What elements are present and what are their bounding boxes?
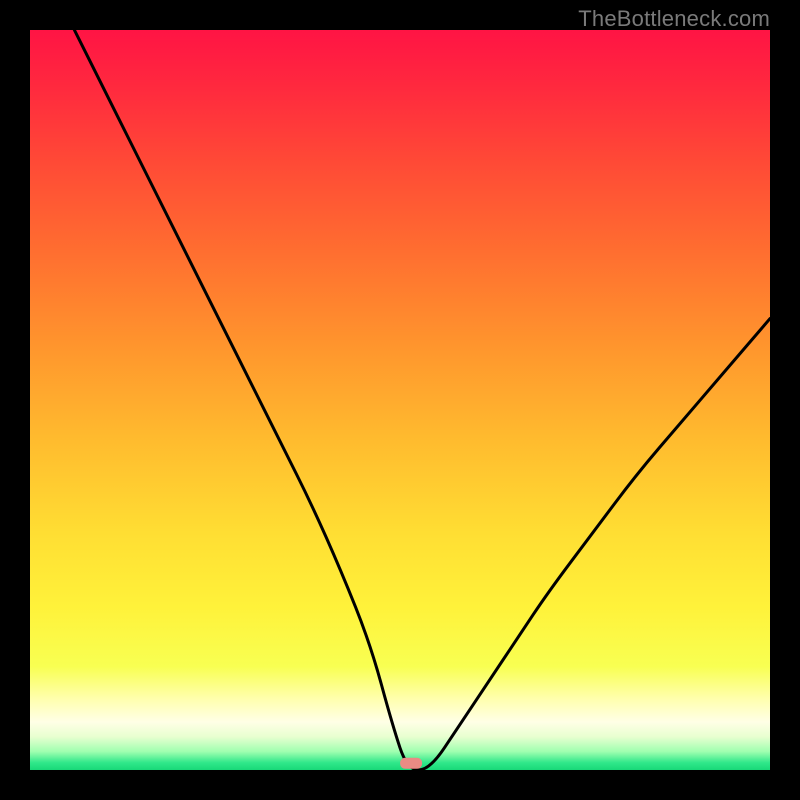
- chart-container: TheBottleneck.com: [0, 0, 800, 800]
- optimal-point-marker: [400, 758, 422, 769]
- bottleneck-chart: [30, 30, 770, 770]
- plot-area: [30, 30, 770, 770]
- gradient-background: [30, 30, 770, 770]
- watermark-text: TheBottleneck.com: [578, 6, 770, 32]
